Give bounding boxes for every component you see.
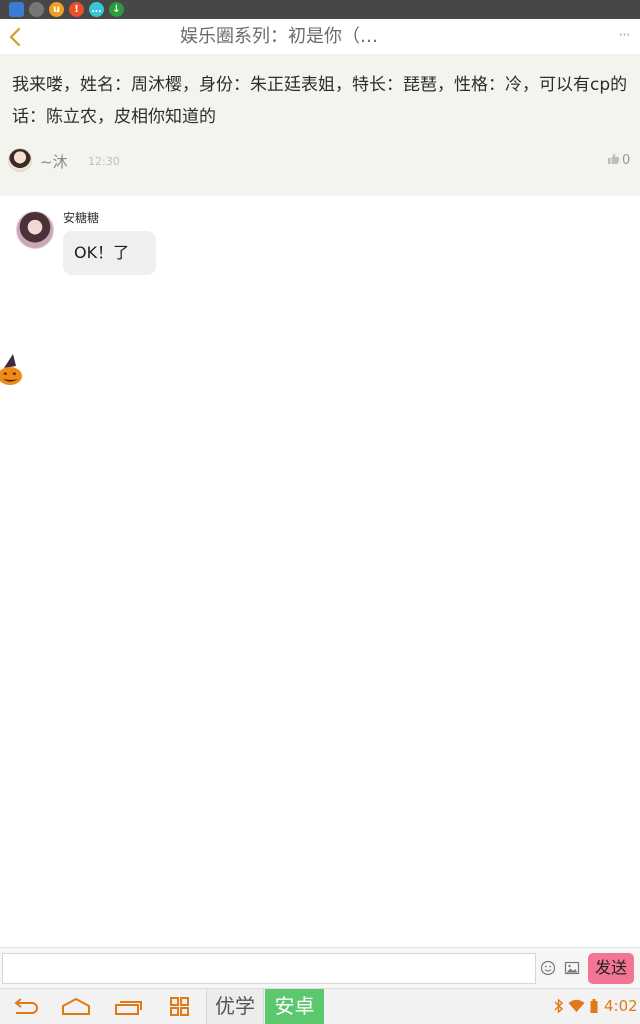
- thumb-up-icon[interactable]: [607, 152, 620, 165]
- header: 娱乐圈系列：初是你（… ···: [0, 19, 640, 54]
- like-count: 0: [622, 153, 631, 168]
- recent-apps-icon[interactable]: [112, 995, 144, 1019]
- avatar[interactable]: [8, 148, 32, 172]
- status-clock: 4:02: [604, 997, 638, 1015]
- comment-bubble: OK！了: [63, 231, 156, 275]
- system-nav-bar: 优学 安卓 4:02: [0, 988, 640, 1024]
- message-input[interactable]: [2, 953, 536, 984]
- smiley-icon[interactable]: [540, 960, 556, 976]
- image-icon[interactable]: [564, 960, 580, 976]
- send-button[interactable]: 发送: [588, 953, 634, 984]
- grid-icon[interactable]: [164, 995, 196, 1019]
- notification-u-icon: u: [49, 2, 64, 17]
- avatar[interactable]: [16, 211, 54, 249]
- post-card: 我来喽，姓名：周沐樱，身份：朱正廷表姐，特长：琵琶，性格：冷，可以有cp的话：陈…: [0, 54, 640, 196]
- status-bar: u ! … ↓: [0, 0, 640, 19]
- post-author[interactable]: ~沐: [40, 151, 68, 172]
- more-button[interactable]: ···: [612, 19, 636, 54]
- post-timestamp: 12:30: [88, 155, 120, 168]
- comment-author[interactable]: 安糖糖: [63, 209, 99, 226]
- notification-robot-icon: [29, 2, 44, 17]
- pumpkin-icon[interactable]: [0, 352, 24, 386]
- back-button[interactable]: [4, 23, 28, 51]
- notification-download-icon: ↓: [109, 2, 124, 17]
- page-title: 娱乐圈系列：初是你（…: [180, 26, 378, 47]
- notification-app-icon: [9, 2, 24, 17]
- wifi-icon: [568, 999, 585, 1012]
- message-input-bar: 发送: [0, 947, 640, 988]
- home-icon[interactable]: [60, 995, 92, 1019]
- battery-icon: [590, 999, 598, 1013]
- post-content: 我来喽，姓名：周沐樱，身份：朱正廷表姐，特长：琵琶，性格：冷，可以有cp的话：陈…: [12, 75, 628, 127]
- notification-alert-icon: !: [69, 2, 84, 17]
- notification-chat-icon: …: [89, 2, 104, 17]
- ime-option-youxue[interactable]: 优学: [206, 989, 264, 1024]
- back-icon[interactable]: [10, 995, 42, 1019]
- ime-option-android[interactable]: 安卓: [265, 989, 324, 1024]
- bluetooth-icon: [554, 998, 564, 1014]
